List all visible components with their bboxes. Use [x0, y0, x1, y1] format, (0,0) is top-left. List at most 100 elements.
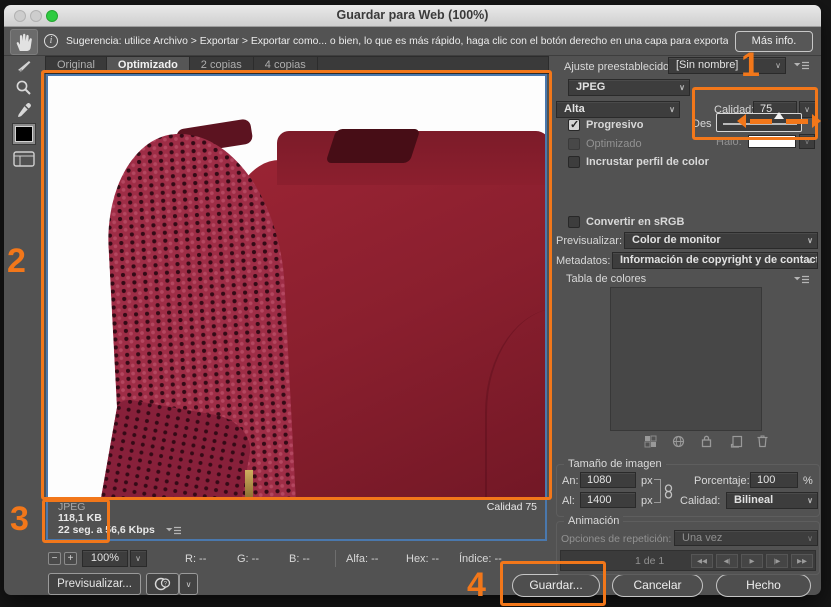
hecho-button[interactable]: Hecho — [716, 574, 811, 597]
minimize-window-button[interactable] — [30, 10, 42, 22]
hex-readout: Hex: -- — [406, 553, 439, 565]
previsualizar-select[interactable]: Color de monitor ∨ — [624, 232, 818, 249]
eyedropper-tool-button[interactable] — [15, 101, 33, 119]
slice-select-tool-button[interactable] — [15, 59, 33, 75]
zoom-level-select[interactable]: 100% — [82, 550, 128, 567]
hand-tool-button[interactable] — [10, 29, 38, 55]
zoom-level-chevron[interactable]: ∨ — [130, 550, 147, 567]
format-select[interactable]: JPEG ∨ — [568, 79, 690, 96]
loop-options-value: Una vez — [682, 532, 722, 544]
annotation-box-4 — [500, 561, 606, 606]
hint-text: Sugerencia: utilice Archivo > Exportar >… — [66, 27, 728, 56]
format-value: JPEG — [576, 81, 605, 93]
r-readout: R: -- — [185, 553, 206, 565]
previsualizar-select-label: Previsualizar: — [556, 235, 622, 247]
annotation-number-4: 4 — [467, 568, 486, 602]
color-table-menu-icon[interactable] — [794, 275, 809, 285]
cancelar-button[interactable]: Cancelar — [612, 574, 703, 597]
browser-preview-icon: ? — [154, 576, 172, 592]
image-size-title: Tamaño de imagen — [564, 458, 666, 470]
zoom-window-button[interactable] — [46, 10, 58, 22]
chevron-down-icon: ∨ — [807, 233, 813, 248]
trash-icon[interactable] — [756, 434, 769, 448]
play-button[interactable]: ▶ — [741, 554, 763, 568]
slice-select-icon — [15, 59, 33, 75]
current-color-black — [15, 126, 33, 142]
loop-options-select[interactable]: Una vez ∨ — [674, 530, 818, 546]
previsualizar-value: Color de monitor — [632, 234, 721, 246]
info-icon: i — [44, 34, 58, 48]
annotation-number-1: 1 — [741, 48, 760, 82]
link-icon[interactable] — [663, 484, 674, 499]
optimizado-label: Optimizado — [586, 138, 642, 150]
hint-bar: i Sugerencia: utilice Archivo > Exportar… — [4, 27, 821, 56]
quality-overlay-label: Calidad 75 — [487, 501, 537, 513]
incrustar-checkbox[interactable] — [568, 156, 580, 168]
color-table-area[interactable] — [610, 287, 762, 431]
chevron-down-icon: ∨ — [679, 80, 685, 95]
lock-icon[interactable] — [700, 434, 713, 448]
percent-unit: % — [803, 475, 813, 487]
optimizado-checkbox[interactable] — [568, 138, 580, 150]
zoom-out-button[interactable]: − — [48, 552, 61, 565]
zoom-tool-button[interactable] — [15, 79, 33, 97]
previsualizar-button[interactable]: Previsualizar... — [48, 573, 141, 595]
percent-label: Porcentaje: — [694, 475, 750, 487]
chevron-down-icon: ∨ — [807, 253, 813, 268]
close-window-button[interactable] — [14, 10, 26, 22]
zoom-in-button[interactable]: + — [64, 552, 77, 565]
next-frame-button[interactable]: |▶ — [766, 554, 788, 568]
animation-title: Animación — [564, 515, 623, 527]
browser-preview-chevron[interactable]: ∨ — [179, 573, 198, 595]
annotation-arrow-right — [786, 119, 808, 124]
optimize-menu-icon[interactable] — [794, 61, 809, 71]
chevron-down-icon: ∨ — [807, 493, 813, 508]
prev-frame-button[interactable]: ◀| — [716, 554, 738, 568]
optimize-info-strip: JPEG 118,1 KB 22 seg. a 56,6 Kbps Calida… — [48, 497, 545, 539]
annotation-box-1 — [692, 87, 818, 140]
width-input[interactable]: 1080 — [580, 472, 636, 488]
convertir-srgb-label: Convertir en sRGB — [586, 216, 684, 228]
title-bar: Guardar para Web (100%) — [4, 5, 821, 27]
new-item-icon[interactable] — [730, 435, 743, 448]
b-readout: B: -- — [289, 553, 310, 565]
annotation-box-3 — [42, 499, 110, 543]
preset-value: [Sin nombre] — [676, 59, 738, 71]
quality-preset-select[interactable]: Alta∨ — [556, 101, 680, 118]
height-unit: px — [641, 495, 653, 507]
dither-icon[interactable] — [644, 435, 657, 448]
preset-select[interactable]: [Sin nombre] ∨ — [668, 57, 786, 74]
chevron-down-icon: ∨ — [135, 551, 141, 566]
chevron-down-icon: ∨ — [186, 580, 192, 589]
color-swatch[interactable] — [12, 123, 36, 145]
hand-icon — [11, 30, 37, 54]
progresivo-label: Progresivo — [586, 119, 643, 131]
annotation-number-3: 3 — [10, 502, 29, 536]
loop-options-label: Opciones de repetición: — [561, 533, 671, 545]
convertir-srgb-checkbox[interactable] — [568, 216, 580, 228]
g-readout: G: -- — [237, 553, 259, 565]
quality-preset-value: Alta — [564, 103, 585, 115]
progresivo-checkbox[interactable] — [568, 119, 580, 131]
percent-input[interactable]: 100 — [750, 472, 798, 488]
height-input[interactable]: 1400 — [580, 492, 636, 508]
width-unit: px — [641, 475, 653, 487]
speed-menu-icon[interactable] — [166, 526, 181, 536]
zoom-level-value: 100% — [91, 552, 119, 564]
last-frame-button[interactable]: ▶▶ — [791, 554, 813, 568]
metadatos-value: Información de copyright y de contacto — [620, 254, 818, 266]
web-shift-icon[interactable] — [672, 435, 685, 448]
resample-quality-select[interactable]: Bilineal∨ — [726, 492, 818, 509]
height-label: Al: — [562, 495, 575, 507]
slice-visibility-button[interactable] — [13, 151, 35, 167]
metadatos-select[interactable]: Información de copyright y de contacto∨ — [612, 252, 818, 269]
metadatos-select-label: Metadatos: — [556, 255, 610, 267]
eyedropper-icon — [15, 101, 33, 119]
indice-readout: Índice: -- — [459, 553, 502, 565]
browser-preview-button[interactable]: ? — [146, 573, 179, 595]
chevron-down-icon: ∨ — [807, 531, 813, 546]
slice-visibility-icon — [13, 151, 35, 167]
first-frame-button[interactable]: ◀◀ — [691, 554, 713, 568]
chevron-down-icon: ∨ — [775, 58, 781, 73]
frame-counter: 1 de 1 — [635, 555, 664, 567]
